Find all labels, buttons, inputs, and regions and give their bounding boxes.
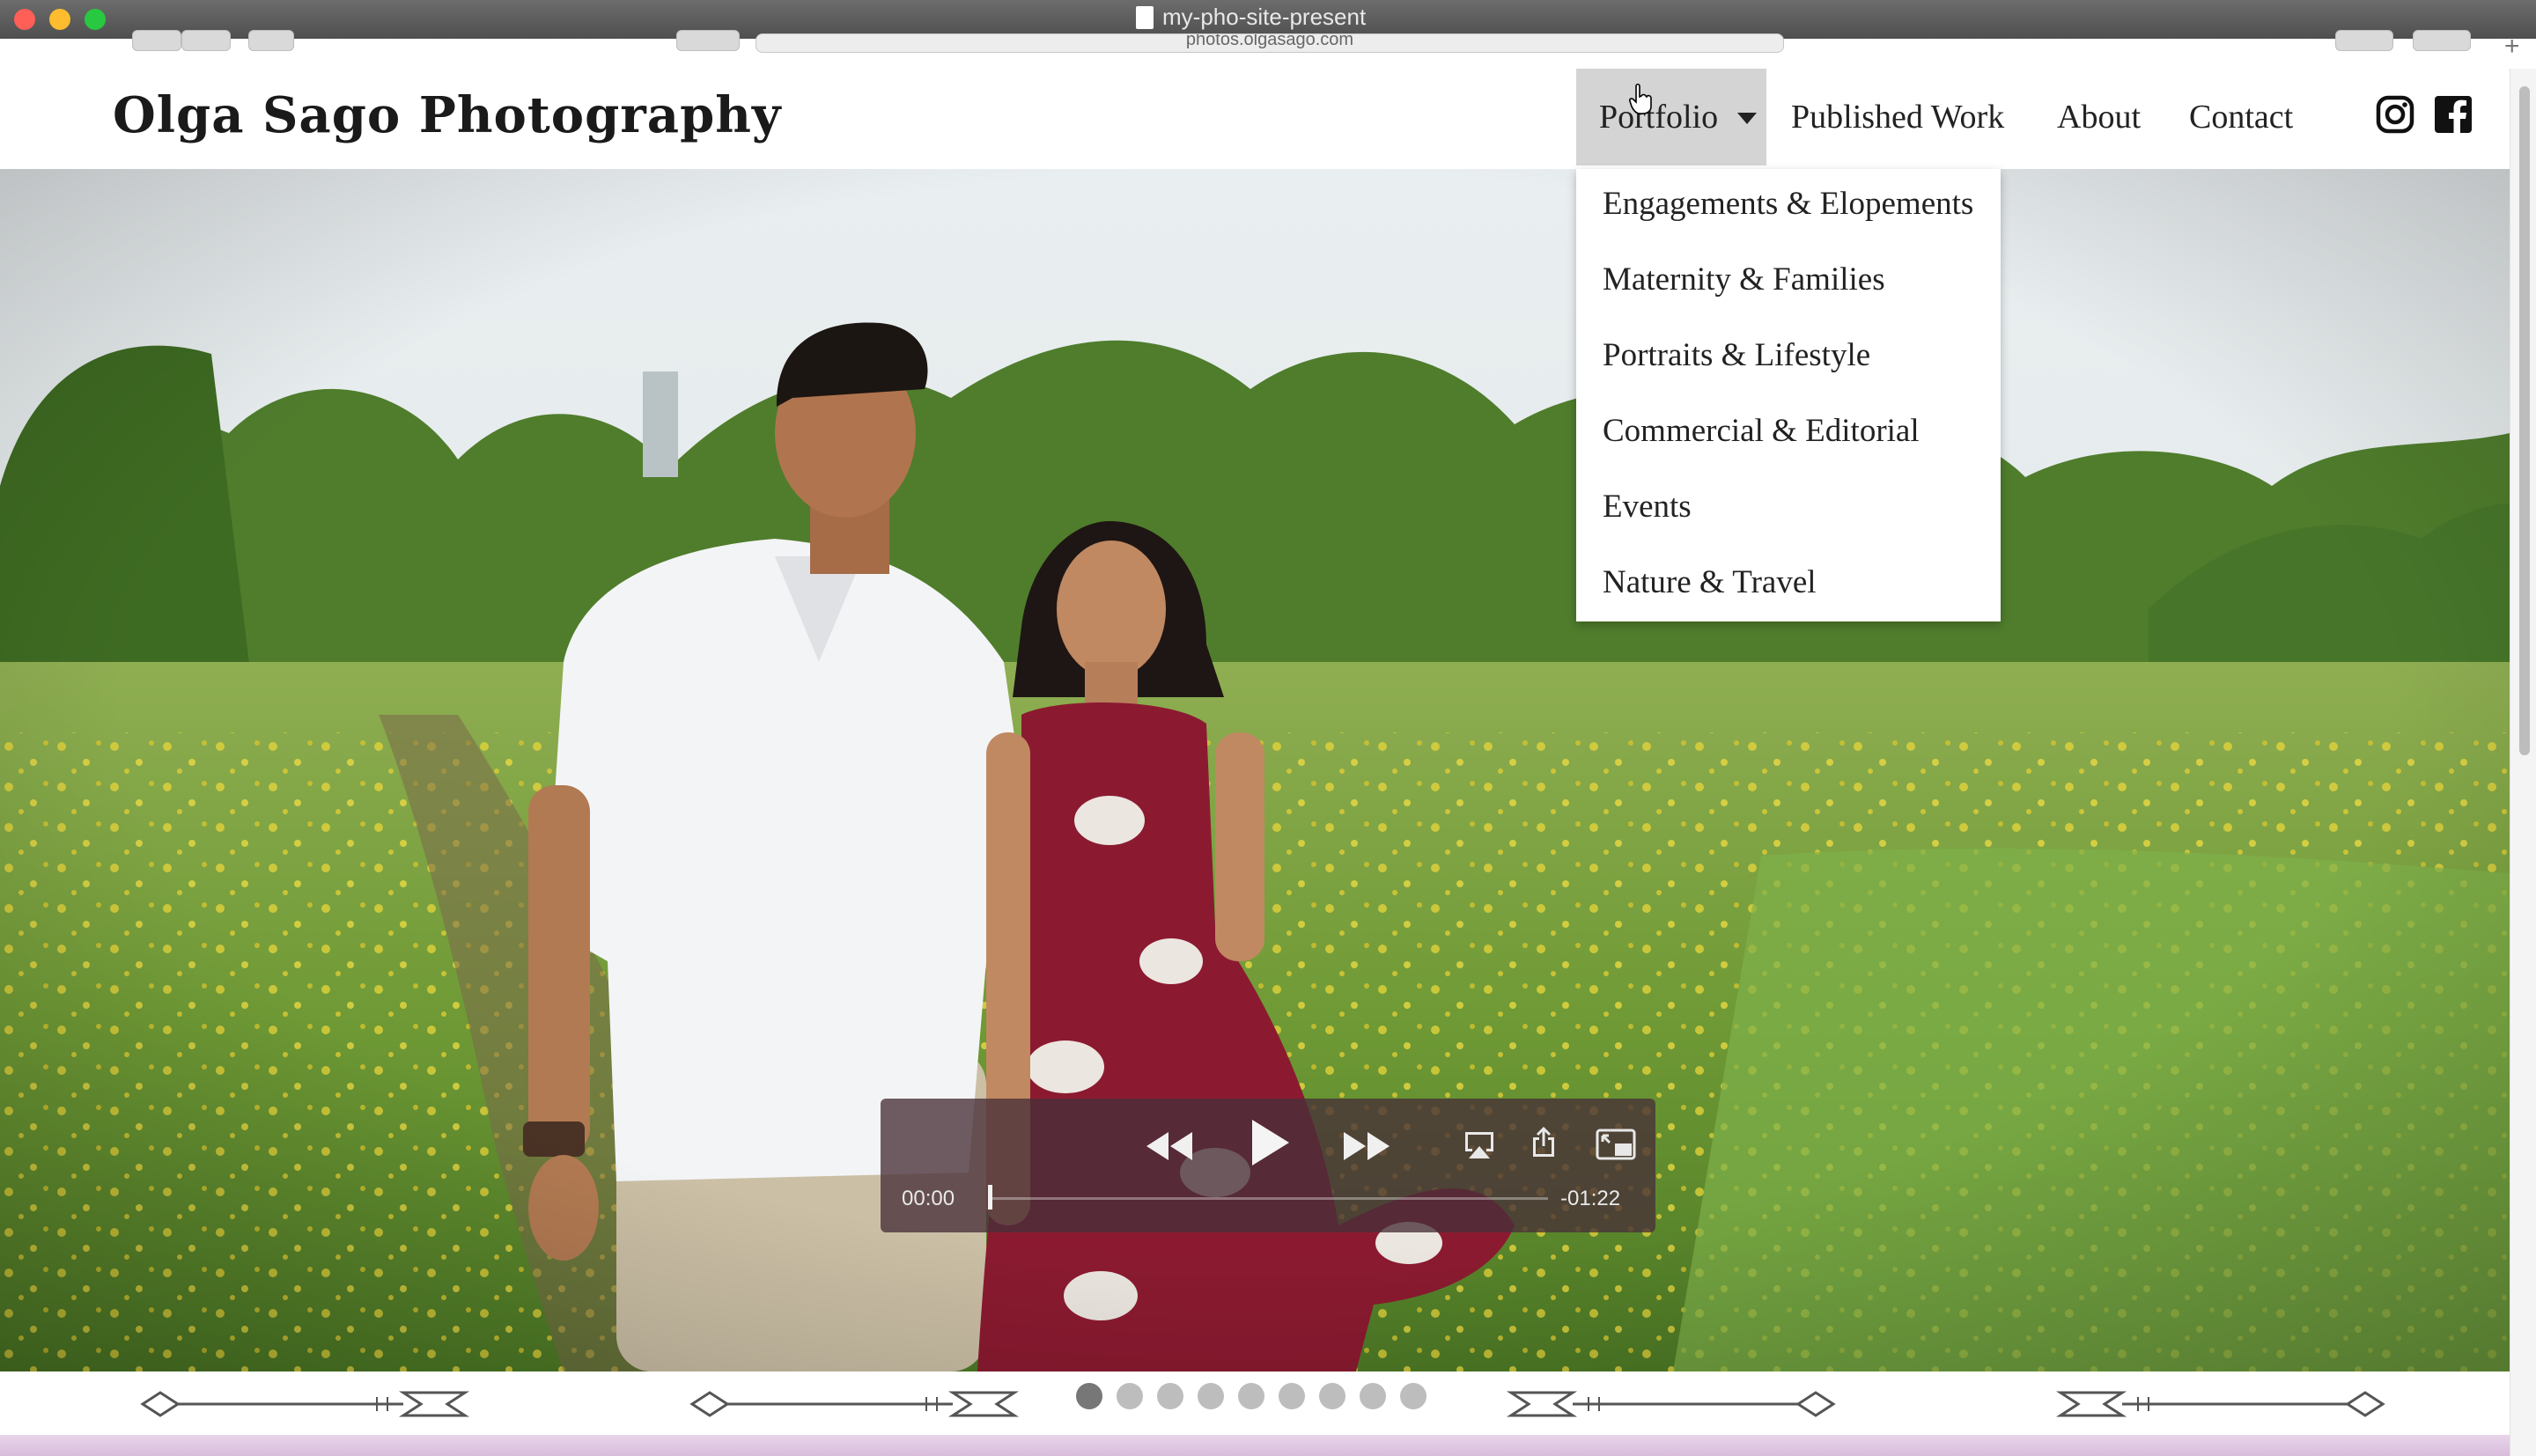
extension-button[interactable] [676,30,740,51]
instagram-icon[interactable] [2376,95,2414,134]
address-bar[interactable]: photos.olgasago.com [756,33,1784,53]
carousel-dot[interactable] [1198,1383,1224,1409]
fast-forward-icon[interactable] [1342,1130,1391,1162]
facebook-icon[interactable] [2434,95,2473,134]
remaining-time: -01:22 [1560,1187,1621,1210]
rewind-icon[interactable] [1145,1130,1194,1162]
caret-down-icon [1737,113,1758,124]
carousel-dot[interactable] [1076,1383,1102,1409]
zoom-window-button[interactable] [85,9,106,30]
hand-cursor-icon [1629,83,1652,114]
carousel-dot[interactable] [1238,1383,1264,1409]
sidebar-button[interactable] [248,30,294,51]
share-icon[interactable] [1530,1125,1557,1158]
carousel-dot[interactable] [1117,1383,1143,1409]
carousel-dot[interactable] [1319,1383,1345,1409]
scrubber-playhead[interactable] [988,1185,992,1210]
menu-item-portraits[interactable]: Portraits & Lifestyle [1603,336,1870,374]
menu-item-events[interactable]: Events [1603,488,1692,526]
carousel-dot[interactable] [1157,1383,1183,1409]
share-toolbar-button[interactable] [2335,30,2393,51]
portfolio-dropdown-menu: Engagements & Elopements Maternity & Fam… [1576,169,2001,621]
menu-item-engagements[interactable]: Engagements & Elopements [1603,185,1973,223]
arrow-decoration-icon [1506,1391,1836,1417]
page-scrollbar[interactable] [2510,69,2536,1456]
forward-button[interactable] [181,30,231,51]
nav-contact[interactable]: Contact [2189,69,2293,165]
video-scrubber[interactable] [988,1197,1548,1200]
site-header: Olga Sago Photography Portfolio Publishe… [0,69,2510,169]
tabs-overview-button[interactable] [2413,30,2471,51]
video-controls: 00:00 -01:22 [881,1099,1655,1232]
nav-portfolio[interactable]: Portfolio [1576,69,1766,165]
site-logo[interactable]: Olga Sago Photography [113,86,781,144]
carousel-dot[interactable] [1400,1383,1426,1409]
menu-item-nature[interactable]: Nature & Travel [1603,563,1817,601]
window-title: my-pho-site-present [1136,4,1366,31]
current-time: 00:00 [902,1187,955,1210]
arrow-decoration-icon [2055,1391,2385,1417]
scrollbar-thumb[interactable] [2519,86,2530,755]
address-bar-url: photos.olgasago.com [1185,33,1354,49]
menu-item-maternity[interactable]: Maternity & Families [1603,261,1885,298]
arrow-decoration-icon [689,1391,1020,1417]
menu-item-commercial[interactable]: Commercial & Editorial [1603,412,1920,450]
carousel-dot[interactable] [1360,1383,1386,1409]
back-button[interactable] [132,30,181,51]
window-title-text: my-pho-site-present [1162,4,1367,30]
play-icon[interactable] [1249,1116,1293,1169]
airplay-icon[interactable] [1462,1130,1497,1160]
arrow-decoration-icon [140,1391,470,1417]
document-icon [1136,6,1154,29]
nav-published-work[interactable]: Published Work [1791,69,2004,165]
nav-about[interactable]: About [2057,69,2141,165]
carousel-dot[interactable] [1279,1383,1305,1409]
minimize-window-button[interactable] [49,9,70,30]
nav-portfolio-label: Portfolio [1599,99,1719,136]
new-tab-button[interactable]: + [2504,32,2520,62]
picture-in-picture-icon[interactable] [1596,1129,1636,1160]
close-window-button[interactable] [14,9,35,30]
footer-strip [0,1435,2510,1456]
